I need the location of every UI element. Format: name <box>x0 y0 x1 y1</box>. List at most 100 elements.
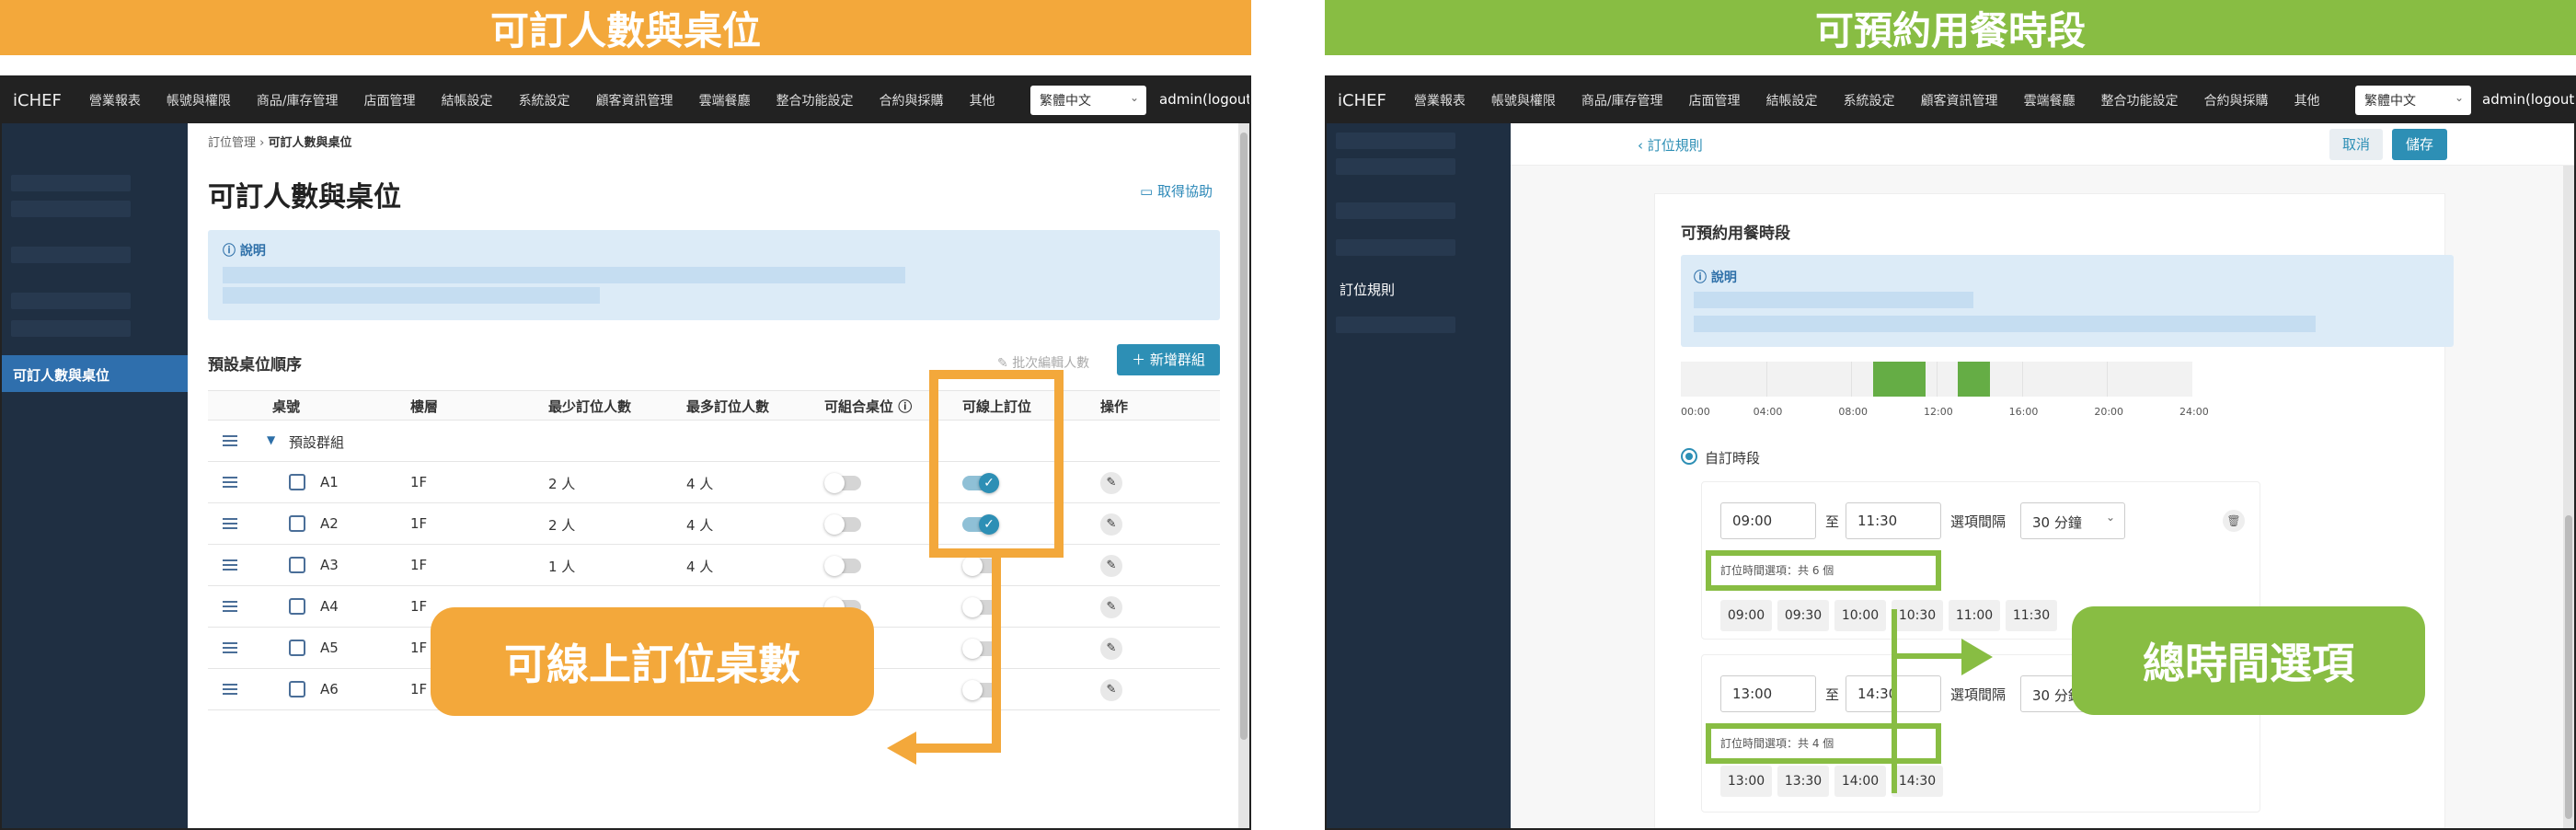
combine-toggle[interactable] <box>824 556 861 576</box>
edit-pencil-icon[interactable]: ✎ <box>1100 596 1122 618</box>
timeline-gridline <box>2021 362 2023 397</box>
nav-item-customers[interactable]: 顧客資訊管理 <box>1921 91 1998 110</box>
section-title: 可預約用餐時段 <box>1681 225 1790 243</box>
nav-item-accounts[interactable]: 帳號與權限 <box>167 91 231 110</box>
row-checkbox[interactable] <box>289 557 305 573</box>
group-row[interactable]: ▼ 預設群組 <box>208 421 1220 462</box>
trash-icon[interactable]: 🗑 <box>2223 510 2245 532</box>
nav-item-integration[interactable]: 整合功能設定 <box>2101 91 2179 110</box>
nav-item-cloud[interactable]: 雲端餐廳 <box>699 91 751 110</box>
nav-item-checkout[interactable]: 結帳設定 <box>442 91 493 110</box>
time-option-chip[interactable]: 13:00 <box>1720 766 1772 797</box>
sidebar-item-booking-rules[interactable]: 訂位規則 <box>1340 280 1395 299</box>
help-link[interactable]: ▭ 取得協助 <box>1140 181 1213 201</box>
drag-handle-icon[interactable] <box>223 477 237 488</box>
caret-down-icon[interactable]: ▼ <box>267 433 275 446</box>
language-select[interactable]: 繁體中文 ⌄ <box>1030 86 1146 115</box>
time-option-chip[interactable]: 10:30 <box>1892 600 1943 631</box>
table-row[interactable]: A2 1F 2 人4 人 ✓ ✎ <box>208 503 1220 545</box>
table-row[interactable]: A1 1F 2 人4 人 ✓ ✎ <box>208 462 1220 503</box>
edit-pencil-icon[interactable]: ✎ <box>1100 472 1122 494</box>
sidebar-placeholder[interactable] <box>11 201 131 217</box>
nav-item-contract[interactable]: 合約與採購 <box>2204 91 2269 110</box>
drag-handle-icon[interactable] <box>223 435 237 446</box>
nav-item-system[interactable]: 系統設定 <box>519 91 570 110</box>
question-icon[interactable]: ⓘ <box>898 398 912 415</box>
drag-handle-icon[interactable] <box>223 518 237 529</box>
row-checkbox[interactable] <box>289 640 305 656</box>
info-note: ⓘ 說明 <box>1681 255 2454 347</box>
row-checkbox[interactable] <box>289 598 305 615</box>
batch-edit-link[interactable]: ✎ 批次編輯人數 <box>997 353 1089 372</box>
nav-item-products[interactable]: 商品/庫存管理 <box>257 91 339 110</box>
sidebar-placeholder[interactable] <box>1336 133 1455 149</box>
save-button[interactable]: 儲存 <box>2392 129 2447 160</box>
sidebar-placeholder[interactable] <box>1336 202 1455 219</box>
drag-handle-icon[interactable] <box>223 684 237 695</box>
admin-logout-link[interactable]: admin(logout) <box>2482 91 2574 108</box>
back-link[interactable]: ‹ 訂位規則 <box>1638 135 1703 155</box>
add-group-button[interactable]: ＋ 新增群組 <box>1117 344 1220 375</box>
ichef-logo[interactable]: iCHEF <box>13 91 62 110</box>
edit-pencil-icon[interactable]: ✎ <box>1100 679 1122 701</box>
start-time-input[interactable]: 13:00 <box>1720 675 1816 712</box>
time-option-chip[interactable]: 11:00 <box>1949 600 2000 631</box>
nav-item-other[interactable]: 其他 <box>970 91 995 110</box>
nav-item-checkout[interactable]: 結帳設定 <box>1766 91 1818 110</box>
edit-pencil-icon[interactable]: ✎ <box>1100 513 1122 536</box>
custom-radio[interactable] <box>1681 448 1697 465</box>
admin-logout-link[interactable]: admin(logout) <box>1159 91 1249 108</box>
sidebar-placeholder[interactable] <box>1336 158 1455 175</box>
time-option-chip[interactable]: 10:00 <box>1834 600 1886 631</box>
drag-handle-icon[interactable] <box>223 642 237 653</box>
nav-item-store[interactable]: 店面管理 <box>364 91 416 110</box>
edit-pencil-icon[interactable]: ✎ <box>1100 555 1122 577</box>
nav-item-customers[interactable]: 顧客資訊管理 <box>596 91 673 110</box>
end-time-input[interactable]: 11:30 <box>1846 502 1941 539</box>
ichef-logo[interactable]: iCHEF <box>1338 91 1386 110</box>
time-option-chip[interactable]: 14:00 <box>1834 766 1886 797</box>
time-option-chip[interactable]: 13:30 <box>1777 766 1829 797</box>
sidebar-placeholder[interactable] <box>11 247 131 263</box>
nav-item-reports[interactable]: 營業報表 <box>1414 91 1466 110</box>
nav-item-cloud[interactable]: 雲端餐廳 <box>2024 91 2076 110</box>
time-option-chip[interactable]: 09:30 <box>1777 600 1829 631</box>
nav-item-products[interactable]: 商品/庫存管理 <box>1581 91 1663 110</box>
time-option-chip[interactable]: 14:30 <box>1892 766 1943 797</box>
scrollbar-thumb[interactable] <box>2565 515 2572 819</box>
row-checkbox[interactable] <box>289 515 305 532</box>
sidebar-placeholder[interactable] <box>1336 239 1455 256</box>
scrollbar[interactable] <box>1238 123 1249 828</box>
arrow-left-icon <box>887 732 916 765</box>
breadcrumb-parent[interactable]: 訂位管理 <box>208 136 256 150</box>
nav-item-contract[interactable]: 合約與採購 <box>880 91 944 110</box>
row-checkbox[interactable] <box>289 474 305 490</box>
table-row[interactable]: A3 1F 1 人 4 人 ✎ <box>208 545 1220 586</box>
scrollbar[interactable] <box>2563 166 2574 828</box>
cancel-button[interactable]: 取消 <box>2329 129 2383 160</box>
scrollbar-thumb[interactable] <box>1240 133 1248 740</box>
time-option-chip[interactable]: 11:30 <box>2006 600 2057 631</box>
drag-handle-icon[interactable] <box>223 601 237 612</box>
interval-select[interactable]: 30 分鐘 ⌄ <box>2020 502 2125 539</box>
drag-handle-icon[interactable] <box>223 559 237 571</box>
nav-item-other[interactable]: 其他 <box>2294 91 2320 110</box>
combine-toggle[interactable] <box>824 473 861 493</box>
edit-pencil-icon[interactable]: ✎ <box>1100 638 1122 660</box>
start-time-input[interactable]: 09:00 <box>1720 502 1816 539</box>
sidebar-placeholder[interactable] <box>11 293 131 309</box>
nav-item-store[interactable]: 店面管理 <box>1689 91 1741 110</box>
sidebar-placeholder[interactable] <box>11 175 131 191</box>
sidebar-item-booking-capacity[interactable]: 可訂人數與桌位 <box>2 355 188 392</box>
nav-item-accounts[interactable]: 帳號與權限 <box>1491 91 1556 110</box>
sidebar-placeholder[interactable] <box>11 320 131 337</box>
interval-value: 30 分鐘 <box>2032 514 2082 531</box>
language-select[interactable]: 繁體中文 ⌄ <box>2355 86 2471 115</box>
row-checkbox[interactable] <box>289 681 305 697</box>
time-option-chip[interactable]: 09:00 <box>1720 600 1772 631</box>
nav-item-reports[interactable]: 營業報表 <box>89 91 141 110</box>
combine-toggle[interactable] <box>824 514 861 535</box>
sidebar-placeholder[interactable] <box>1336 317 1455 333</box>
nav-item-system[interactable]: 系統設定 <box>1844 91 1895 110</box>
nav-item-integration[interactable]: 整合功能設定 <box>776 91 854 110</box>
